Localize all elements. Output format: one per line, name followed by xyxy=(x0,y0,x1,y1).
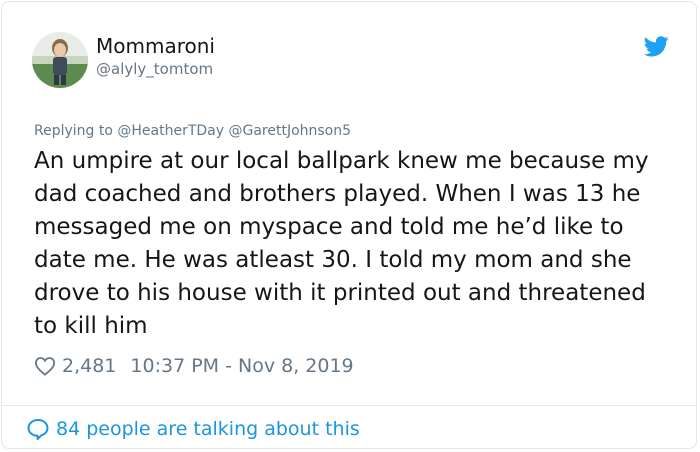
conversation-link[interactable]: 84 people are talking about this xyxy=(26,416,360,442)
tweet-card: Mommaroni @alyly_tomtom Replying to @Hea… xyxy=(1,1,697,449)
tweet-meta: 2,481 10:37 PM - Nov 8, 2019 xyxy=(34,352,354,380)
conversation-label[interactable]: 84 people are talking about this xyxy=(56,418,360,440)
like-count[interactable]: 2,481 xyxy=(62,355,116,377)
tweet-text: An umpire at our local ballpark knew me … xyxy=(34,148,649,339)
timestamp[interactable]: 10:37 PM - Nov 8, 2019 xyxy=(130,355,353,377)
user-handle[interactable]: @alyly_tomtom xyxy=(96,59,213,79)
divider xyxy=(2,405,696,406)
speech-bubble-icon xyxy=(27,419,49,440)
reply-context: Replying to @HeatherTDay @GarettJohnson5 xyxy=(34,123,352,139)
heart-icon[interactable] xyxy=(34,356,56,376)
display-name[interactable]: Mommaroni xyxy=(96,34,215,58)
twitter-bird-icon[interactable] xyxy=(644,36,669,57)
avatar[interactable] xyxy=(32,32,88,88)
avatar-image xyxy=(32,32,88,88)
